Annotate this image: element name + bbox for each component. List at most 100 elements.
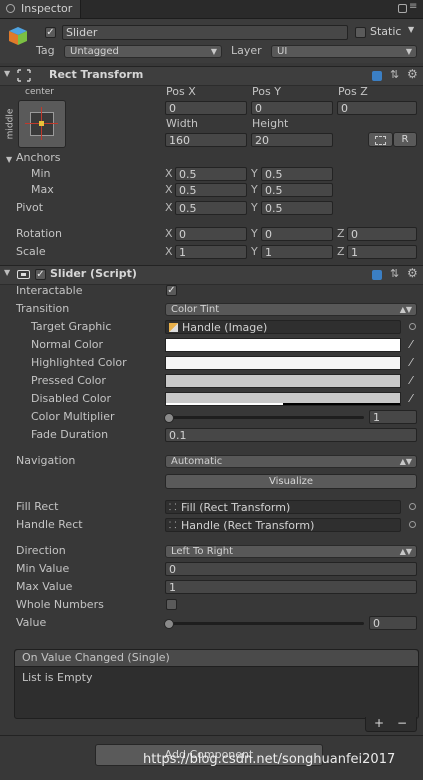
- min-value-field[interactable]: 0: [165, 562, 417, 576]
- axis-z-label: Z: [337, 227, 345, 240]
- slider-component-icon: [17, 270, 30, 279]
- pos-y-field[interactable]: 0: [251, 101, 333, 115]
- pressed-color-swatch[interactable]: [165, 374, 401, 388]
- direction-value: Left To Right: [171, 546, 234, 557]
- anchor-max-x-field[interactable]: 0.5: [175, 183, 247, 197]
- anchor-preset-button[interactable]: [18, 100, 66, 148]
- list-empty-text: List is Empty: [22, 671, 93, 684]
- tag-label: Tag: [36, 44, 55, 57]
- direction-label: Direction: [16, 544, 66, 557]
- inspector-tab-icon: [6, 4, 15, 13]
- highlighted-color-label: Highlighted Color: [31, 356, 127, 369]
- foldout-arrow-icon: ▼: [4, 69, 11, 78]
- fill-rect-field[interactable]: ⸬ Fill (Rect Transform): [165, 500, 401, 514]
- object-name-field[interactable]: Slider: [62, 25, 348, 40]
- remove-event-button[interactable]: −: [397, 716, 407, 730]
- color-multiplier-slider[interactable]: [166, 416, 364, 419]
- tag-dropdown[interactable]: Untagged ▼: [64, 45, 222, 58]
- object-picker-icon[interactable]: [409, 521, 416, 528]
- settings-gear-icon[interactable]: ⚙: [407, 67, 418, 81]
- normal-color-swatch[interactable]: [165, 338, 401, 352]
- anchor-max-y-field[interactable]: 0.5: [261, 183, 333, 197]
- rect-transform-icon: [17, 69, 31, 82]
- whole-numbers-checkbox[interactable]: [166, 599, 177, 610]
- active-checkbox[interactable]: ✓: [45, 27, 56, 38]
- static-label: Static: [370, 25, 402, 38]
- color-multiplier-knob[interactable]: [164, 413, 174, 423]
- value-field[interactable]: 0: [369, 616, 417, 630]
- lock-icon[interactable]: [398, 4, 407, 13]
- tab-bar: Inspector ≡: [0, 0, 423, 19]
- anchor-min-x-field[interactable]: 0.5: [175, 167, 247, 181]
- static-checkbox[interactable]: [355, 27, 366, 38]
- navigation-value: Automatic: [171, 456, 223, 467]
- anchor-min-y-field[interactable]: 0.5: [261, 167, 333, 181]
- axis-x-label: X: [165, 201, 173, 214]
- pivot-label: Pivot: [16, 201, 44, 214]
- preset-icon[interactable]: ⇅: [390, 267, 399, 280]
- pos-z-field[interactable]: 0: [337, 101, 417, 115]
- highlighted-color-swatch[interactable]: [165, 356, 401, 370]
- pos-x-field[interactable]: 0: [165, 101, 247, 115]
- value-slider-knob[interactable]: [164, 619, 174, 629]
- anchors-foldout-icon[interactable]: ▼: [6, 155, 12, 164]
- target-graphic-value: Handle (Image): [182, 321, 268, 334]
- eyedropper-icon[interactable]: ⁄: [404, 374, 418, 388]
- axis-z-label: Z: [337, 245, 345, 258]
- help-icon[interactable]: [372, 71, 382, 81]
- value-slider[interactable]: [166, 622, 364, 625]
- tag-value: Untagged: [70, 46, 119, 57]
- raw-edit-button[interactable]: R: [393, 132, 417, 147]
- tab-menu-icon[interactable]: ≡: [409, 1, 417, 12]
- static-dropdown-arrow-icon[interactable]: ▼: [408, 25, 414, 34]
- add-event-button[interactable]: +: [374, 716, 384, 730]
- pivot-x-field[interactable]: 0.5: [175, 201, 247, 215]
- scale-z-field[interactable]: 1: [347, 245, 417, 259]
- height-header: Height: [252, 117, 289, 130]
- transition-dropdown[interactable]: Color Tint ▲▼: [165, 303, 417, 316]
- object-picker-icon[interactable]: [409, 323, 416, 330]
- anchor-min-label: Min: [31, 167, 51, 180]
- settings-gear-icon[interactable]: ⚙: [407, 266, 418, 280]
- interactable-checkbox[interactable]: ✓: [166, 285, 177, 296]
- color-multiplier-field[interactable]: 1: [369, 410, 417, 424]
- rotation-x-field[interactable]: 0: [175, 227, 247, 241]
- pivot-y-field[interactable]: 0.5: [261, 201, 333, 215]
- inspector-tab[interactable]: Inspector: [0, 0, 81, 18]
- on-value-changed-title: On Value Changed (Single): [22, 651, 170, 664]
- slider-script-title: Slider (Script): [50, 267, 137, 280]
- direction-dropdown[interactable]: Left To Right ▲▼: [165, 545, 417, 558]
- axis-x-label: X: [165, 167, 173, 180]
- disabled-color-swatch[interactable]: [165, 392, 401, 406]
- rect-transform-header[interactable]: ▼ Rect Transform ⇅ ⚙: [0, 66, 423, 86]
- pos-y-header: Pos Y: [252, 85, 281, 98]
- blueprint-mode-button[interactable]: [368, 132, 393, 147]
- eyedropper-icon[interactable]: ⁄: [404, 338, 418, 352]
- handle-rect-label: Handle Rect: [16, 518, 83, 531]
- rotation-y-field[interactable]: 0: [261, 227, 333, 241]
- fill-rect-label: Fill Rect: [16, 500, 59, 513]
- scale-y-field[interactable]: 1: [261, 245, 333, 259]
- rotation-z-field[interactable]: 0: [347, 227, 417, 241]
- navigation-dropdown[interactable]: Automatic ▲▼: [165, 455, 417, 468]
- fade-duration-field[interactable]: 0.1: [165, 428, 417, 442]
- slider-enabled-checkbox[interactable]: ✓: [35, 269, 46, 280]
- max-value-field[interactable]: 1: [165, 580, 417, 594]
- width-field[interactable]: 160: [165, 133, 247, 147]
- axis-y-label: Y: [251, 227, 258, 240]
- interactable-label: Interactable: [16, 284, 83, 297]
- transition-label: Transition: [16, 302, 70, 315]
- layer-dropdown[interactable]: UI ▼: [271, 45, 417, 58]
- object-picker-icon[interactable]: [409, 503, 416, 510]
- handle-rect-field[interactable]: ⸬ Handle (Rect Transform): [165, 518, 401, 532]
- scale-x-field[interactable]: 1: [175, 245, 247, 259]
- target-graphic-field[interactable]: Handle (Image): [165, 320, 401, 334]
- axis-y-label: Y: [251, 245, 258, 258]
- help-icon[interactable]: [372, 270, 382, 280]
- eyedropper-icon[interactable]: ⁄: [404, 392, 418, 406]
- eyedropper-icon[interactable]: ⁄: [404, 356, 418, 370]
- slider-script-header[interactable]: ▼ ✓ Slider (Script) ⇅ ⚙: [0, 265, 423, 285]
- height-field[interactable]: 20: [251, 133, 333, 147]
- visualize-button[interactable]: Visualize: [165, 474, 417, 489]
- preset-icon[interactable]: ⇅: [390, 68, 399, 81]
